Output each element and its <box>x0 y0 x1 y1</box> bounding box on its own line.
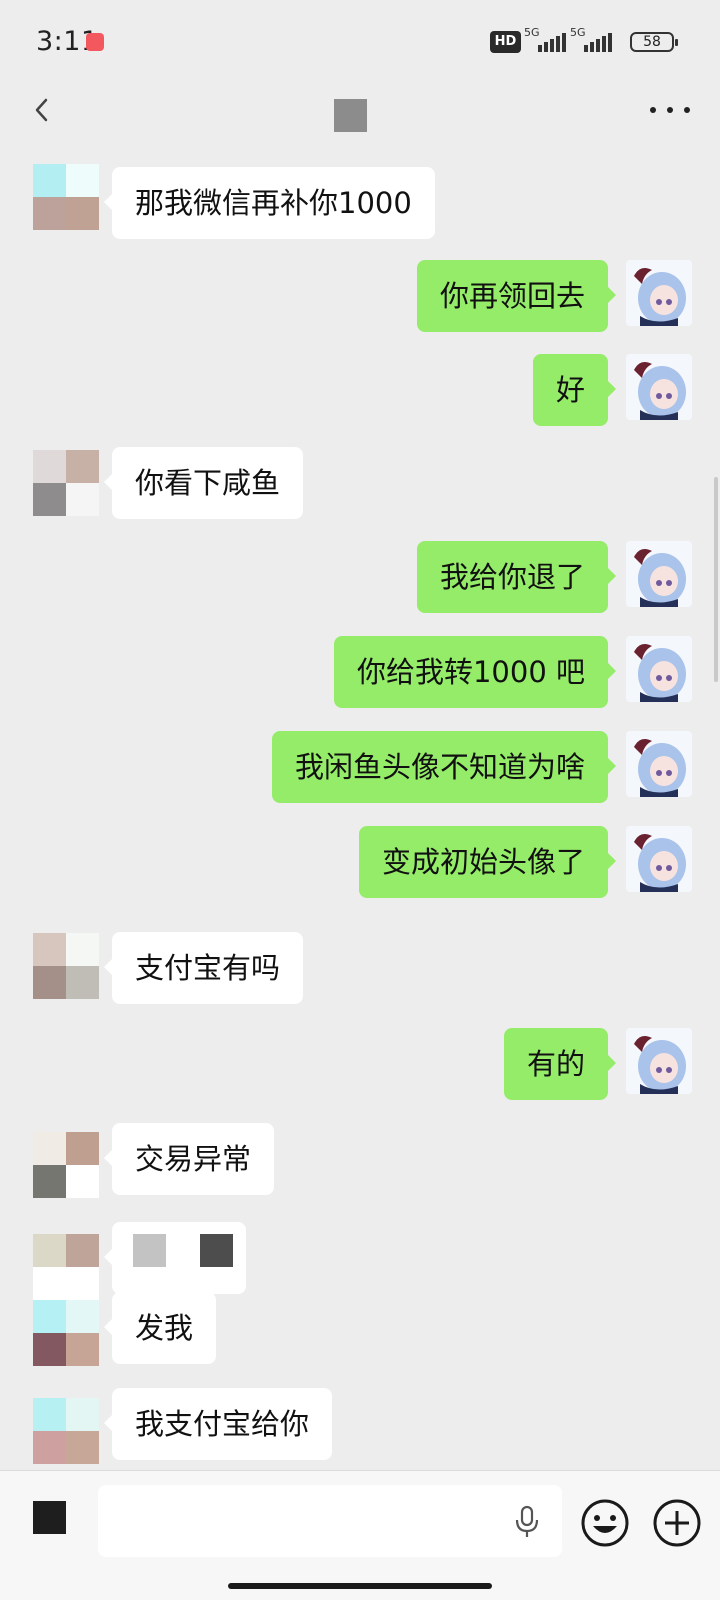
home-indicator[interactable] <box>228 1583 492 1589</box>
self-avatar[interactable] <box>626 1028 692 1094</box>
redacted-block <box>200 1234 233 1267</box>
message-bubble-outgoing[interactable]: 你给我转1000 吧 <box>333 636 617 708</box>
message-list[interactable]: 那我微信再补你1000 你再领回去 好 你看下咸鱼 我给你退了 你给我转1000… <box>0 142 720 1470</box>
chat-header <box>0 84 720 142</box>
message-bubble-outgoing[interactable]: 你再领回去 <box>416 260 617 332</box>
hd-badge: HD <box>490 31 521 53</box>
signal-icon-2: 5G <box>570 26 614 54</box>
scrollbar[interactable] <box>714 477 718 682</box>
signal-icon: 5G <box>524 26 568 54</box>
message-bubble-outgoing[interactable]: 我闲鱼头像不知道为啥 <box>271 731 617 803</box>
peer-avatar[interactable] <box>33 1300 99 1366</box>
message-bubble-outgoing[interactable]: 变成初始头像了 <box>358 826 617 898</box>
microphone-icon[interactable] <box>512 1505 542 1539</box>
self-avatar[interactable] <box>626 826 692 892</box>
peer-avatar[interactable] <box>33 933 99 999</box>
self-avatar[interactable] <box>626 541 692 607</box>
battery-icon: 58 <box>630 32 678 52</box>
status-bar: 3:11 HD 5G 5G 58 <box>0 0 720 84</box>
message-bubble-outgoing[interactable]: 我给你退了 <box>416 541 617 613</box>
self-avatar[interactable] <box>626 260 692 326</box>
chat-title-avatar <box>334 99 367 132</box>
peer-avatar[interactable] <box>33 450 99 516</box>
message-bubble-incoming[interactable]: 支付宝有吗 <box>103 932 304 1004</box>
peer-avatar[interactable] <box>33 1132 99 1198</box>
redacted-block <box>133 1234 166 1267</box>
message-bubble-incoming[interactable]: 我支付宝给你 <box>103 1388 333 1460</box>
voice-toggle-button[interactable] <box>33 1501 66 1534</box>
peer-avatar[interactable] <box>33 164 99 230</box>
notification-icon <box>86 33 104 51</box>
message-bubble-incoming[interactable]: 你看下咸鱼 <box>103 447 304 519</box>
message-bubble-incoming[interactable]: 交易异常 <box>103 1123 275 1195</box>
plus-circle-icon[interactable] <box>652 1498 702 1548</box>
message-bubble-incoming[interactable]: 发我 <box>103 1292 217 1364</box>
self-avatar[interactable] <box>626 636 692 702</box>
peer-avatar[interactable] <box>33 1398 99 1464</box>
message-bubble-outgoing[interactable]: 有的 <box>503 1028 617 1100</box>
self-avatar[interactable] <box>626 354 692 420</box>
input-bar <box>0 1470 720 1600</box>
emoji-icon[interactable] <box>580 1498 630 1548</box>
message-bubble-outgoing[interactable]: 好 <box>532 354 617 426</box>
message-bubble-incoming[interactable]: 那我微信再补你1000 <box>104 167 435 239</box>
self-avatar[interactable] <box>626 731 692 797</box>
message-input[interactable] <box>98 1485 562 1557</box>
peer-avatar[interactable] <box>33 1234 99 1300</box>
back-chevron-icon[interactable] <box>28 92 68 132</box>
more-dots-icon[interactable] <box>650 100 690 120</box>
